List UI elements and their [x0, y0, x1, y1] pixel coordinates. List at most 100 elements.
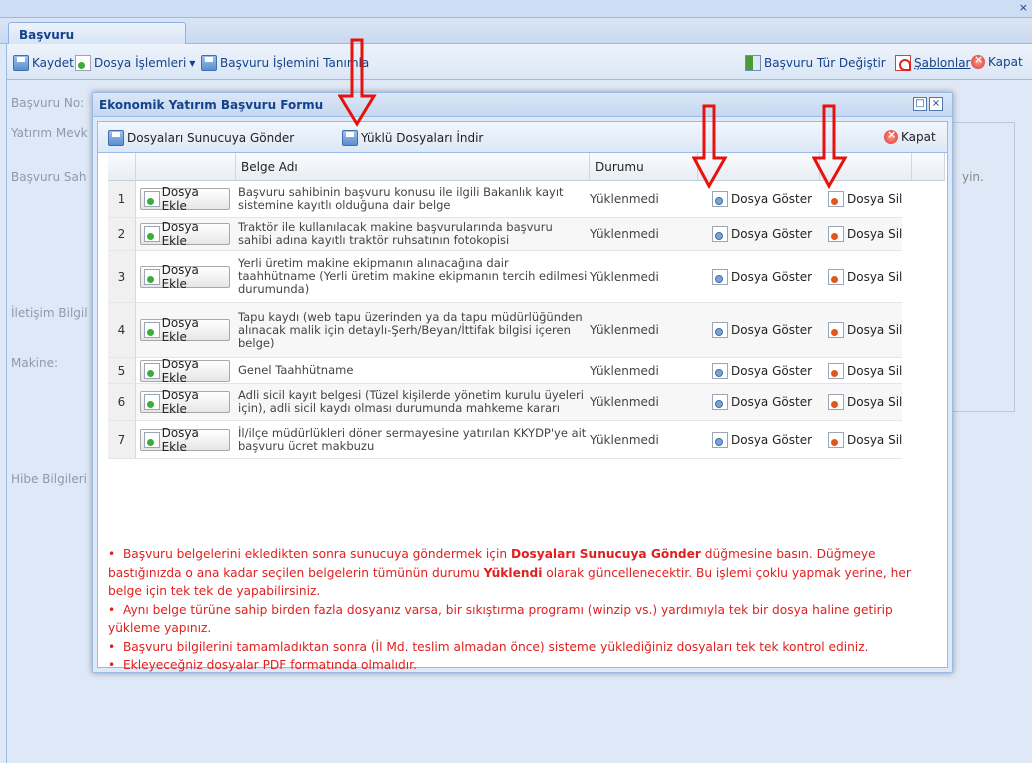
grid-header-name[interactable]: Belge Adı — [236, 153, 590, 181]
file-ops-menu[interactable]: Dosya İşlemleri ▼ — [75, 55, 195, 71]
delete-file-label: Dosya Sil — [847, 432, 903, 447]
add-file-button[interactable]: Dosya Ekle — [140, 425, 230, 454]
add-file-button[interactable]: Dosya Ekle — [140, 220, 230, 248]
delete-file-link[interactable]: Dosya Sil — [828, 218, 908, 250]
delete-file-icon — [828, 268, 844, 285]
note-2: • Aynı belge türüne sahip birden fazla d… — [108, 602, 893, 636]
download-files-label: Yüklü Dosyaları İndir — [361, 131, 484, 145]
modal-close-button[interactable]: Kapat — [884, 128, 936, 144]
add-file-icon — [144, 362, 160, 379]
table-row: 7 Dosya Ekle İl/ilçe müdürlükleri döner se… — [108, 421, 902, 459]
templates-button[interactable]: Şablonlar — [895, 55, 971, 71]
main-close-button[interactable]: Kapat — [971, 53, 1023, 69]
add-file-button[interactable]: Dosya Ekle — [140, 356, 230, 385]
show-file-label: Dosya Göster — [731, 192, 813, 206]
delete-file-label: Dosya Sil — [847, 395, 903, 409]
add-file-label: Dosya Ekle — [161, 262, 199, 291]
delete-file-label: Dosya Sil — [847, 363, 903, 378]
modal-body: Belge Adı Durumu 1 Dosya Ekle Başvuru sahi… — [97, 153, 948, 672]
document-name: Genel Taahhütname — [238, 363, 354, 377]
table-row: 2 Dosya Ekle Traktör ile kullanılacak maki… — [108, 218, 902, 251]
add-file-button[interactable]: Dosya Ekle — [140, 316, 230, 344]
grid-header-status[interactable]: Durumu — [590, 153, 698, 181]
delete-file-icon — [828, 431, 844, 448]
add-file-label: Dosya Ekle — [161, 356, 199, 385]
delete-file-link[interactable]: Dosya Sil — [828, 421, 908, 458]
add-file-label: Dosya Ekle — [161, 185, 199, 213]
close-icon — [884, 128, 898, 144]
upload-icon — [108, 130, 124, 146]
add-file-icon — [144, 322, 160, 338]
close-icon[interactable]: × — [929, 97, 943, 111]
add-file-label: Dosya Ekle — [161, 425, 199, 454]
row-number: 5 — [108, 358, 136, 383]
add-file-button[interactable]: Dosya Ekle — [140, 388, 230, 416]
add-file-label: Dosya Ekle — [161, 388, 199, 416]
show-file-label: Dosya Göster — [731, 227, 813, 241]
show-file-link[interactable]: Dosya Göster — [712, 251, 824, 302]
add-file-button[interactable]: Dosya Ekle — [140, 185, 230, 213]
document-status: Yüklenmedi — [590, 227, 659, 241]
delete-file-label: Dosya Sil — [847, 323, 903, 337]
save-button[interactable]: Kaydet — [13, 55, 74, 71]
row-number: 3 — [108, 251, 136, 302]
instructions: • Başvuru belgelerini ekledikten sonra s… — [108, 545, 938, 675]
delete-file-link[interactable]: Dosya Sil — [828, 358, 908, 383]
form-label-makine: Makine: — [11, 356, 59, 370]
document-status: Yüklenmedi — [590, 432, 659, 447]
app-close-icon[interactable]: × — [1019, 1, 1028, 14]
delete-file-label: Dosya Sil — [847, 269, 903, 284]
arrow-down-icon — [692, 104, 728, 190]
document-status: Yüklenmedi — [590, 323, 659, 337]
swap-icon — [745, 55, 761, 71]
table-row: 4 Dosya Ekle Tapu kaydı (web tapu üzerinde… — [108, 303, 902, 358]
delete-file-link[interactable]: Dosya Sil — [828, 384, 908, 420]
send-to-server-label: Dosyaları Sunucuya Gönder — [127, 131, 295, 145]
show-file-label: Dosya Göster — [731, 269, 813, 284]
show-file-link[interactable]: Dosya Göster — [712, 358, 824, 383]
note-4: • Ekleyeceğniz dosyalar PDF formatında o… — [108, 658, 417, 672]
table-row: 6 Dosya Ekle Adli sicil kayıt belgesi (Tüz… — [108, 384, 902, 421]
add-file-icon — [144, 191, 160, 207]
save-icon — [201, 55, 217, 71]
tab-basvuru[interactable]: Başvuru — [8, 22, 186, 45]
pdf-icon — [895, 55, 911, 71]
add-file-icon — [144, 431, 160, 448]
form-label-hibe: Hibe Bilgileri — [11, 472, 88, 486]
maximize-icon[interactable]: □ — [913, 97, 927, 111]
delete-file-icon — [828, 394, 844, 410]
form-label-basvuru-sahibi: Başvuru Sah — [11, 170, 87, 184]
show-file-link[interactable]: Dosya Göster — [712, 421, 824, 458]
delete-file-icon — [828, 322, 844, 338]
form-label-yatirim: Yatırım Mevk — [11, 126, 88, 140]
change-type-button[interactable]: Başvuru Tür Değiştir — [745, 55, 886, 71]
view-file-icon — [712, 431, 728, 448]
show-file-link[interactable]: Dosya Göster — [712, 181, 824, 217]
delete-file-link[interactable]: Dosya Sil — [828, 251, 908, 302]
modal-title: Ekonomik Yatırım Başvuru Formu — [99, 98, 324, 112]
note-2-text: Aynı belge türüne sahip birden fazla dos… — [108, 602, 893, 636]
show-file-link[interactable]: Dosya Göster — [712, 303, 824, 357]
show-file-label: Dosya Göster — [731, 432, 813, 447]
delete-file-link[interactable]: Dosya Sil — [828, 303, 908, 357]
chevron-down-icon: ▼ — [189, 58, 196, 68]
show-file-link[interactable]: Dosya Göster — [712, 384, 824, 420]
show-file-link[interactable]: Dosya Göster — [712, 218, 824, 250]
download-files-button[interactable]: Yüklü Dosyaları İndir — [342, 130, 483, 146]
delete-file-label: Dosya Sil — [847, 227, 903, 241]
send-to-server-button[interactable]: Dosyaları Sunucuya Gönder — [108, 130, 294, 146]
document-name: Adli sicil kayıt belgesi (Tüzel kişilerd… — [238, 388, 584, 415]
add-file-icon — [144, 268, 160, 285]
note-4-text: Ekleyeceğniz dosyalar PDF formatında olm… — [122, 658, 417, 672]
document-status: Yüklenmedi — [590, 395, 659, 409]
file-ops-label: Dosya İşlemleri — [94, 56, 187, 70]
add-file-button[interactable]: Dosya Ekle — [140, 262, 230, 291]
row-number: 6 — [108, 384, 136, 420]
save-label: Kaydet — [32, 56, 74, 70]
delete-file-icon — [828, 362, 844, 379]
view-file-icon — [712, 394, 728, 410]
document-name: Tapu kaydı (web tapu üzerinden ya da tap… — [238, 309, 583, 350]
table-row: 5 Dosya Ekle Genel Taahhütname Yüklenmedi Do… — [108, 356, 902, 385]
download-icon — [342, 130, 358, 146]
arrow-down-icon — [812, 104, 848, 190]
